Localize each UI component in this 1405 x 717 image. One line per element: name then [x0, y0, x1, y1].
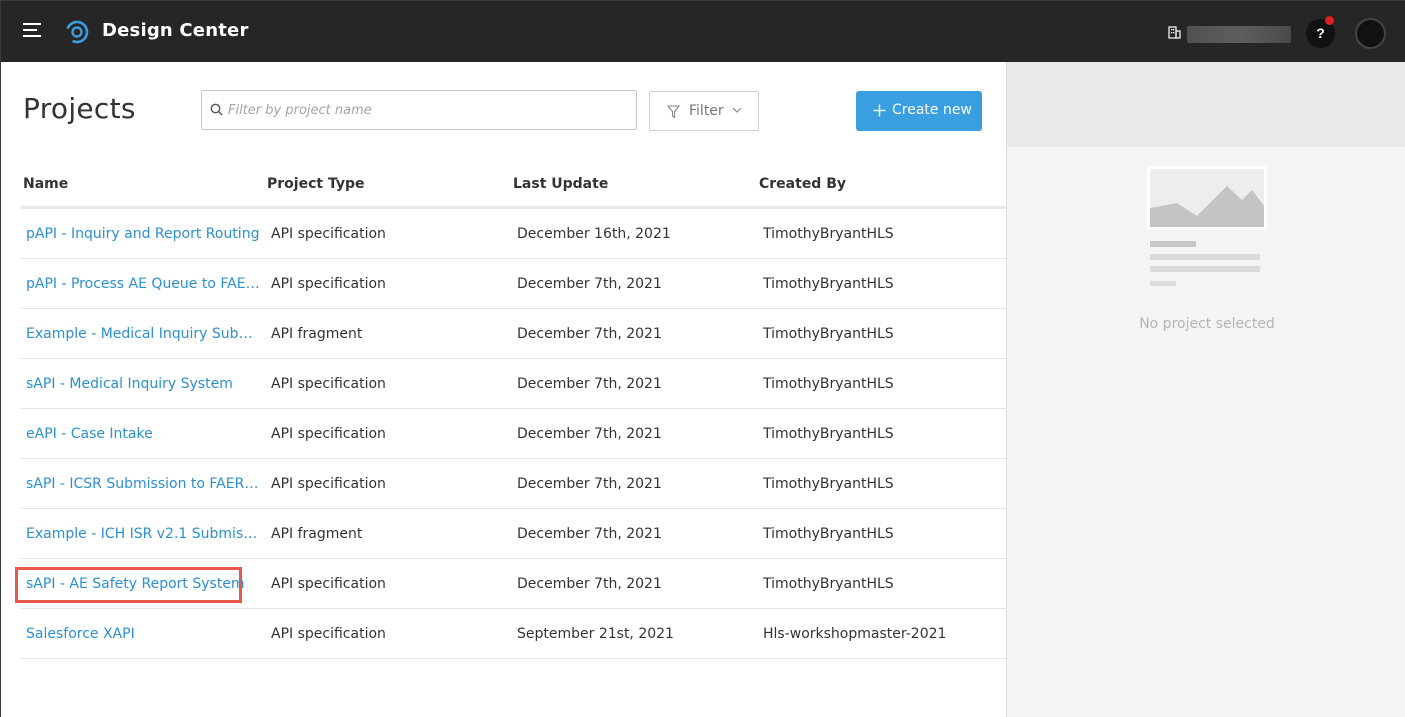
created-by: Hls-workshopmaster-2021	[763, 626, 947, 642]
table-row[interactable]: sAPI - AE Safety Report System API speci…	[15, 559, 1006, 609]
column-header-created-by[interactable]: Created By	[759, 176, 846, 192]
table-row[interactable]: sAPI - Medical Inquiry System API specif…	[21, 359, 1006, 409]
project-type: API specification	[271, 476, 386, 492]
search-box[interactable]	[201, 90, 637, 130]
project-type: API specification	[271, 626, 386, 642]
created-by: TimothyBryantHLS	[763, 376, 894, 392]
table-row[interactable]: Example - Medical Inquiry Submission API…	[21, 309, 1006, 359]
last-update: December 7th, 2021	[517, 426, 662, 442]
projects-table: pAPI - Inquiry and Report Routing API sp…	[15, 209, 1006, 659]
project-name-link[interactable]: sAPI - Medical Inquiry System	[26, 376, 263, 392]
column-header-project-type[interactable]: Project Type	[267, 176, 364, 192]
chevron-down-icon	[732, 107, 742, 113]
avatar[interactable]	[1355, 18, 1386, 49]
details-panel-header	[1007, 62, 1405, 147]
project-type: API specification	[271, 576, 386, 592]
project-name-link[interactable]: sAPI - AE Safety Report System	[26, 576, 263, 592]
last-update: December 7th, 2021	[517, 476, 662, 492]
create-new-label: Create new	[892, 102, 972, 118]
project-type: API fragment	[271, 526, 363, 542]
org-selector[interactable]	[1187, 26, 1291, 43]
app-window: Design Center ? Projects Filter by proje…	[0, 0, 1405, 717]
table-row[interactable]: eAPI - Case Intake API specification Dec…	[21, 409, 1006, 459]
created-by: TimothyBryantHLS	[763, 276, 894, 292]
page-title: Projects	[23, 92, 136, 125]
project-name-link[interactable]: eAPI - Case Intake	[26, 426, 263, 442]
filter-icon	[667, 105, 680, 119]
last-update: December 7th, 2021	[517, 526, 662, 542]
column-header-last-update[interactable]: Last Update	[513, 176, 608, 192]
table-header: Name Project Type Last Update Created By	[1, 174, 1006, 207]
menu-icon[interactable]	[23, 23, 41, 39]
last-update: December 7th, 2021	[517, 276, 662, 292]
project-type: API fragment	[271, 326, 363, 342]
search-icon	[210, 103, 223, 116]
filter-label: Filter	[689, 103, 724, 119]
created-by: TimothyBryantHLS	[763, 576, 894, 592]
column-header-name[interactable]: Name	[23, 176, 68, 192]
empty-project-illustration-icon	[1147, 166, 1267, 286]
last-update: September 21st, 2021	[517, 626, 674, 642]
create-new-button[interactable]: Create new	[856, 91, 982, 131]
created-by: TimothyBryantHLS	[763, 476, 894, 492]
last-update: December 7th, 2021	[517, 376, 662, 392]
created-by: TimothyBryantHLS	[763, 326, 894, 342]
table-row[interactable]: pAPI - Process AE Queue to FAERS Submiss…	[21, 259, 1006, 309]
project-name-link[interactable]: sAPI - ICSR Submission to FAERS System	[26, 476, 263, 492]
created-by: TimothyBryantHLS	[763, 426, 894, 442]
project-type: API specification	[271, 376, 386, 392]
project-name-link[interactable]: Example - ICH ISR v2.1 Submission	[26, 526, 263, 542]
table-row[interactable]: pAPI - Inquiry and Report Routing API sp…	[21, 209, 1006, 259]
project-type: API specification	[271, 426, 386, 442]
table-row[interactable]: sAPI - ICSR Submission to FAERS System A…	[21, 459, 1006, 509]
top-bar: Design Center ?	[1, 1, 1405, 62]
details-panel: No project selected	[1006, 62, 1405, 717]
design-center-logo-icon	[65, 20, 89, 44]
app-title[interactable]: Design Center	[102, 20, 249, 41]
notification-dot	[1325, 16, 1334, 25]
table-row[interactable]: Salesforce XAPI API specification Septem…	[21, 609, 1006, 659]
last-update: December 7th, 2021	[517, 576, 662, 592]
project-name-link[interactable]: Salesforce XAPI	[26, 626, 263, 642]
project-name-link[interactable]: pAPI - Process AE Queue to FAERS Submiss…	[26, 276, 263, 292]
table-row[interactable]: Example - ICH ISR v2.1 Submission API fr…	[21, 509, 1006, 559]
filter-button[interactable]: Filter	[649, 91, 759, 131]
empty-state-text: No project selected	[1139, 316, 1275, 332]
project-type: API specification	[271, 226, 386, 242]
created-by: TimothyBryantHLS	[763, 226, 894, 242]
search-input[interactable]	[228, 99, 628, 121]
plus-icon	[873, 104, 886, 117]
project-type: API specification	[271, 276, 386, 292]
building-icon[interactable]	[1167, 25, 1181, 39]
projects-main: Projects Filter Create new	[1, 62, 1006, 717]
project-name-link[interactable]: pAPI - Inquiry and Report Routing	[26, 226, 263, 242]
project-name-link[interactable]: Example - Medical Inquiry Submission	[26, 326, 263, 342]
created-by: TimothyBryantHLS	[763, 526, 894, 542]
last-update: December 16th, 2021	[517, 226, 671, 242]
last-update: December 7th, 2021	[517, 326, 662, 342]
